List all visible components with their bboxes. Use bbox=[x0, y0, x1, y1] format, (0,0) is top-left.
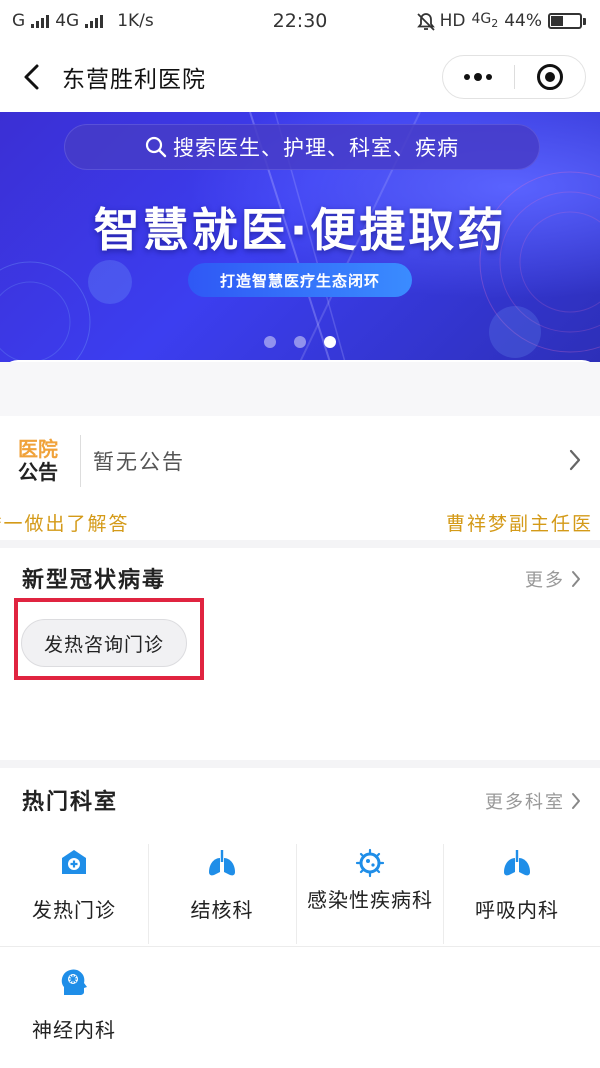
section-divider bbox=[0, 540, 600, 548]
search-placeholder: 搜索医生、护理、科室、疾病 bbox=[173, 136, 459, 160]
miniapp-capsule bbox=[442, 55, 586, 99]
dept-more-link[interactable]: 更多科室 bbox=[485, 788, 582, 814]
fever-consult-chip[interactable]: 发热咨询门诊 bbox=[21, 619, 187, 667]
announcement-bar[interactable]: 医院 公告 暂无公告 bbox=[0, 416, 600, 506]
status-bar: G 4G 1K/s 22:30 HD 4G2 44% bbox=[0, 0, 600, 42]
dept-label: 呼吸内科 bbox=[475, 898, 559, 922]
dept-label: 感染性疾病科 bbox=[307, 888, 433, 912]
network-speed: 1K/s bbox=[117, 11, 154, 31]
banner-headline: 智慧就医·便捷取药 bbox=[93, 203, 507, 257]
more-dots-icon bbox=[464, 73, 493, 81]
nav-bar: 东营胜利医院 bbox=[0, 42, 600, 112]
chevron-right-icon bbox=[569, 449, 581, 471]
mute-bell-icon bbox=[416, 12, 435, 31]
network-type: 4G bbox=[55, 11, 80, 31]
target-circle-icon bbox=[536, 64, 563, 90]
close-miniapp-button[interactable] bbox=[515, 56, 586, 98]
chevron-right-icon bbox=[572, 571, 580, 587]
news-ticker[interactable]: k*一做出了解答 曹祥梦副主任医 bbox=[0, 505, 600, 537]
chevron-right-icon bbox=[572, 793, 580, 809]
chevron-left-icon bbox=[24, 64, 39, 90]
lungs-icon bbox=[205, 846, 239, 880]
network-type-right: 4G2 bbox=[471, 10, 499, 30]
carousel-indicator bbox=[0, 336, 600, 348]
dept-item[interactable]: 结核科 bbox=[148, 840, 296, 948]
dept-item[interactable]: 神经内科 bbox=[0, 960, 148, 1068]
ticker-item: 曹祥梦副主任医 bbox=[446, 513, 594, 535]
signal-icon bbox=[31, 14, 50, 28]
dept-label: 发热门诊 bbox=[32, 898, 116, 922]
more-label: 更多科室 bbox=[485, 792, 565, 813]
virus-icon bbox=[353, 846, 387, 880]
carousel-dot-active[interactable] bbox=[324, 336, 336, 348]
search-icon bbox=[145, 136, 167, 158]
dept-label: 神经内科 bbox=[32, 1018, 116, 1042]
back-button[interactable] bbox=[0, 42, 62, 112]
dept-item[interactable]: 呼吸内科 bbox=[443, 840, 591, 948]
covid-section-title: 新型冠状病毒 bbox=[22, 568, 167, 593]
signal-icon bbox=[85, 14, 104, 28]
brain-head-icon bbox=[57, 966, 91, 1000]
divider bbox=[80, 435, 81, 487]
carousel-dot[interactable] bbox=[264, 336, 276, 348]
hospital-plus-icon bbox=[57, 846, 91, 880]
ticker-item: k*一做出了解答 bbox=[0, 513, 130, 535]
carousel-dot[interactable] bbox=[294, 336, 306, 348]
announcement-logo: 医院 公告 bbox=[18, 437, 58, 484]
announcement-text: 暂无公告 bbox=[93, 450, 185, 474]
battery-icon bbox=[548, 13, 586, 29]
carrier-label: G bbox=[12, 11, 26, 31]
more-label: 更多 bbox=[525, 570, 565, 591]
banner-tagline: 打造智慧医疗生态闭环 bbox=[188, 263, 412, 297]
search-bar[interactable]: 搜索医生、护理、科室、疾病 bbox=[64, 124, 540, 170]
covid-more-link[interactable]: 更多 bbox=[525, 566, 582, 592]
hd-label: HD bbox=[439, 11, 466, 31]
battery-percent: 44% bbox=[504, 11, 542, 31]
page-title: 东营胜利医院 bbox=[62, 67, 206, 93]
dept-item[interactable]: 发热门诊 bbox=[0, 840, 148, 948]
spacer-band bbox=[0, 362, 600, 416]
lungs-icon bbox=[500, 846, 534, 880]
hero-banner[interactable]: 搜索医生、护理、科室、疾病 智慧就医·便捷取药 打造智慧医疗生态闭环 bbox=[0, 112, 600, 362]
section-divider bbox=[0, 760, 600, 768]
dept-label: 结核科 bbox=[190, 898, 254, 922]
dept-section-title: 热门科室 bbox=[22, 790, 119, 815]
dept-item[interactable]: 感染性疾病科 bbox=[296, 840, 444, 948]
more-menu-button[interactable] bbox=[443, 56, 514, 98]
